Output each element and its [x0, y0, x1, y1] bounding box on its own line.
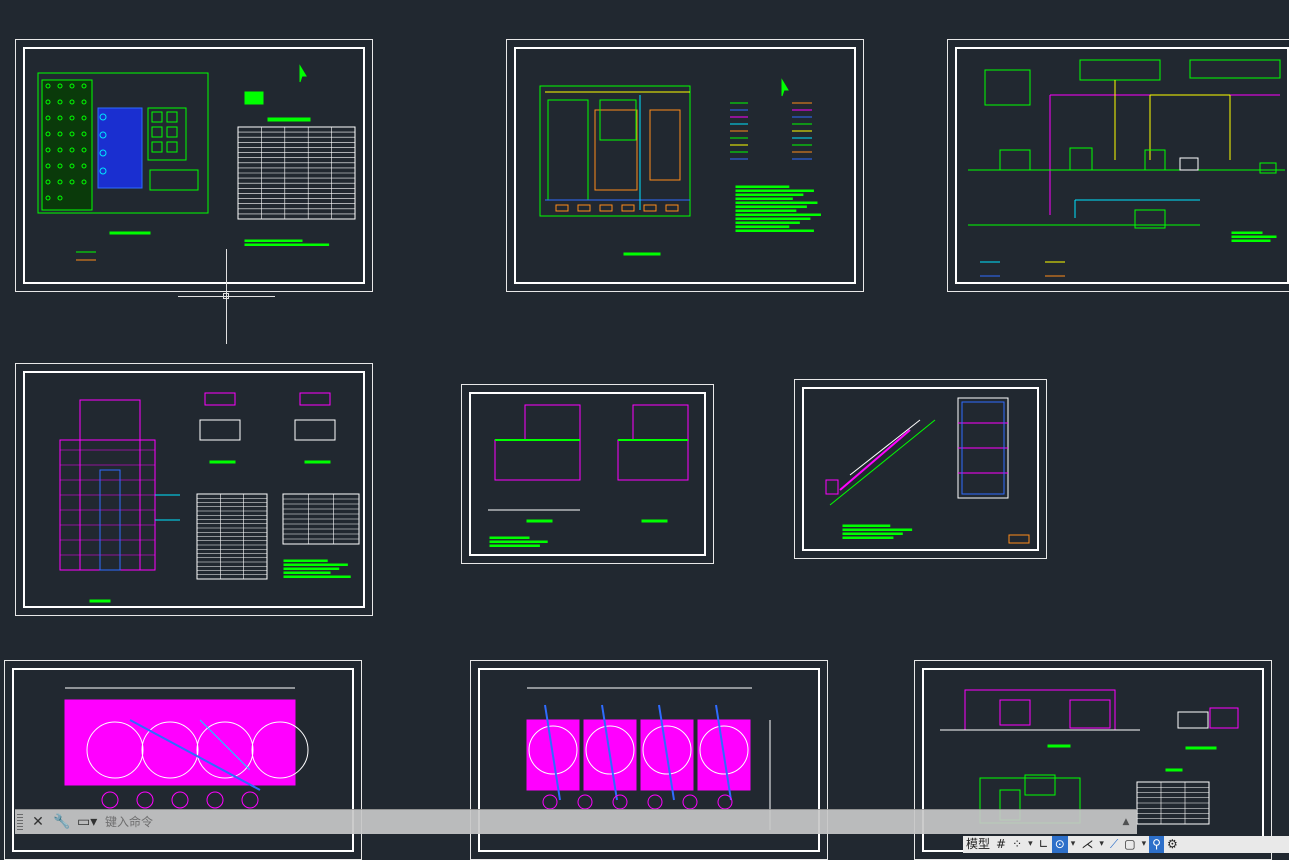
command-line: ✕ 🔧 ▭▾ ▲	[15, 809, 1137, 834]
object-snap-icon[interactable]: ⟋	[1107, 836, 1121, 853]
status-bar: 模型 # ⁘ ▾ ∟ ⊙ ▾ ⋌ ▾ ⟋ ▢ ▾ ⚲ ⚙	[963, 836, 1289, 853]
workspace-icon[interactable]: ⚙	[1164, 836, 1181, 853]
polar-icon[interactable]: ⊙	[1051, 836, 1068, 853]
drawing-sheet-pipeline-plan	[506, 39, 864, 292]
ortho-icon[interactable]: ∟	[1036, 836, 1052, 853]
command-history-arrow-icon[interactable]: ▲	[1119, 813, 1133, 831]
isodraft-icon[interactable]: ⋌	[1078, 836, 1096, 853]
wrench-icon[interactable]: 🔧	[53, 813, 71, 831]
drawing-canvas[interactable]	[0, 0, 1289, 860]
model-tab[interactable]: 模型	[963, 836, 993, 853]
snap-icon[interactable]: ⁘	[1009, 836, 1025, 853]
drawing-sheet-site-plan	[15, 39, 373, 292]
crosshair-pickbox	[223, 293, 229, 299]
command-input[interactable]	[101, 812, 1113, 832]
command-line-grip[interactable]	[17, 814, 23, 830]
drawing-sheet-process-profile	[947, 39, 1289, 292]
grid-icon[interactable]: #	[993, 836, 1009, 853]
drawing-sheet-section-views	[461, 384, 714, 564]
isodraft-dropdown-icon[interactable]: ▾	[1096, 836, 1107, 853]
command-prompt-icon[interactable]: ▭▾	[77, 813, 97, 831]
annotation-visibility-icon[interactable]: ⚲	[1149, 836, 1164, 853]
annotation-scale-icon[interactable]: ▢	[1121, 836, 1138, 853]
drawing-sheet-pipe-isometric	[794, 379, 1047, 559]
annotation-dropdown-icon[interactable]: ▾	[1139, 836, 1150, 853]
snap-dropdown-icon[interactable]: ▾	[1025, 836, 1036, 853]
polar-dropdown-icon[interactable]: ▾	[1068, 836, 1079, 853]
close-icon[interactable]: ✕	[29, 813, 47, 831]
drawing-sheet-building-plan	[15, 363, 373, 616]
